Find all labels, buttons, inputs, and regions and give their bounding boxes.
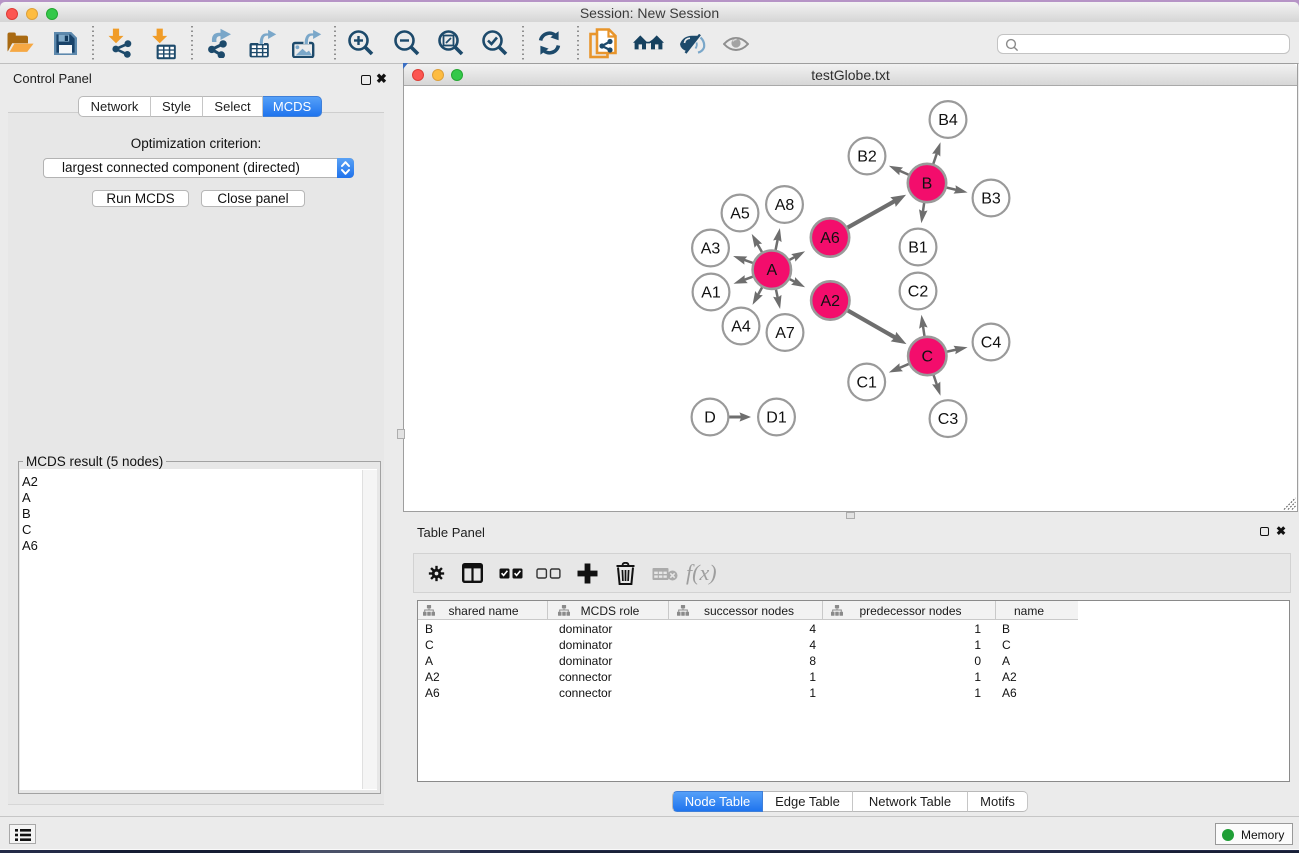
- svg-text:A4: A4: [731, 319, 751, 336]
- svg-text:A7: A7: [775, 325, 795, 342]
- svg-text:A8: A8: [775, 197, 795, 214]
- svg-text:A5: A5: [730, 206, 750, 223]
- svg-text:C3: C3: [938, 411, 959, 428]
- svg-text:C2: C2: [908, 284, 929, 301]
- svg-text:A1: A1: [701, 285, 721, 302]
- svg-text:B2: B2: [857, 149, 877, 166]
- svg-text:B1: B1: [908, 240, 928, 257]
- svg-text:A: A: [766, 262, 777, 279]
- svg-text:A2: A2: [821, 293, 841, 310]
- svg-text:D: D: [704, 410, 716, 427]
- svg-text:A3: A3: [701, 241, 721, 258]
- svg-text:D1: D1: [766, 410, 787, 427]
- svg-text:C1: C1: [856, 375, 877, 392]
- svg-text:B3: B3: [981, 191, 1001, 208]
- svg-text:B: B: [922, 176, 933, 193]
- svg-text:C: C: [922, 349, 934, 366]
- svg-text:A6: A6: [820, 230, 840, 247]
- svg-text:B4: B4: [938, 112, 958, 129]
- svg-text:C4: C4: [981, 335, 1002, 352]
